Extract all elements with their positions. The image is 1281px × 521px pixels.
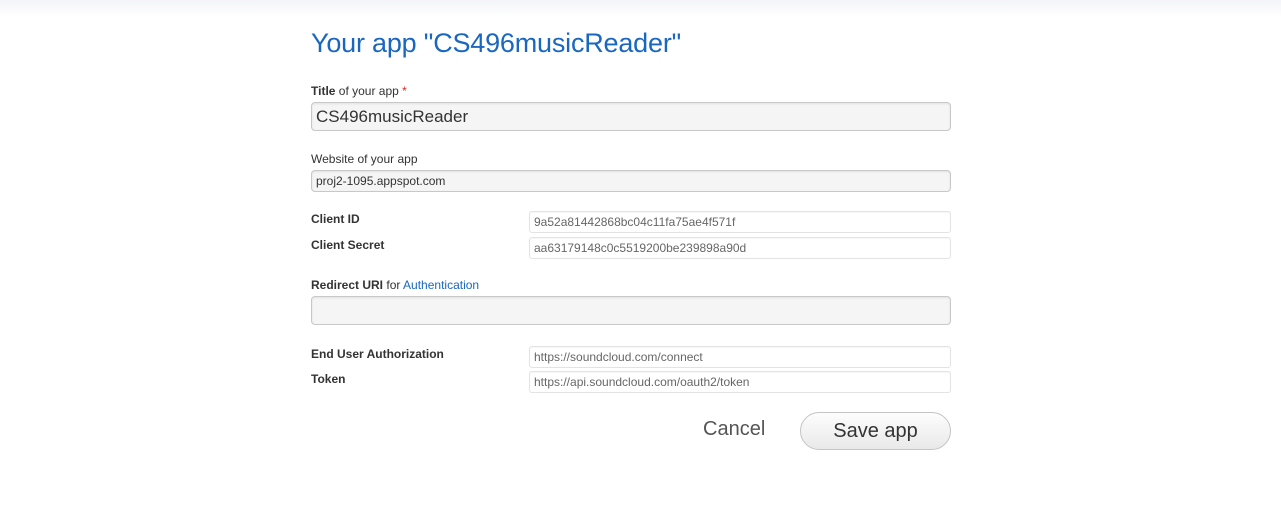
client-id-label-text: Client ID bbox=[311, 212, 360, 226]
redirect-uri-label-rest: for bbox=[383, 278, 404, 292]
token-value[interactable]: https://api.soundcloud.com/oauth2/token bbox=[529, 371, 951, 393]
client-id-label: Client ID bbox=[311, 212, 360, 226]
client-secret-value[interactable]: aa63179148c0c5519200be239898a90d bbox=[529, 237, 951, 259]
redirect-uri-input[interactable] bbox=[311, 296, 951, 325]
token-label-text: Token bbox=[311, 372, 346, 386]
redirect-uri-label-bold: Redirect URI bbox=[311, 278, 384, 292]
title-input[interactable] bbox=[311, 102, 951, 131]
website-input[interactable] bbox=[311, 170, 951, 192]
end-user-authorization-value[interactable]: https://soundcloud.com/connect bbox=[529, 346, 951, 368]
client-id-value[interactable]: 9a52a81442868bc04c11fa75ae4f571f bbox=[529, 211, 951, 233]
client-secret-label-text: Client Secret bbox=[311, 238, 385, 252]
end-user-authorization-label: End User Authorization bbox=[311, 347, 444, 361]
app-settings-form: Your app "CS496musicReader" Title of you… bbox=[311, 0, 951, 521]
token-label: Token bbox=[311, 372, 345, 386]
save-app-button[interactable]: Save app bbox=[800, 412, 951, 450]
page-title: Your app "CS496musicReader" bbox=[311, 28, 681, 58]
client-secret-label: Client Secret bbox=[311, 238, 384, 252]
authentication-link[interactable]: Authentication bbox=[403, 278, 479, 292]
title-label: Title of your app * bbox=[311, 84, 407, 98]
website-label: Website of your app bbox=[311, 152, 418, 166]
redirect-uri-label: Redirect URI for Authentication bbox=[311, 278, 479, 292]
required-mark: * bbox=[402, 84, 407, 98]
title-label-rest: of your app bbox=[335, 84, 403, 98]
title-label-bold: Title bbox=[311, 84, 336, 98]
end-user-authorization-label-text: End User Authorization bbox=[311, 347, 444, 361]
cancel-button[interactable]: Cancel bbox=[703, 418, 765, 441]
